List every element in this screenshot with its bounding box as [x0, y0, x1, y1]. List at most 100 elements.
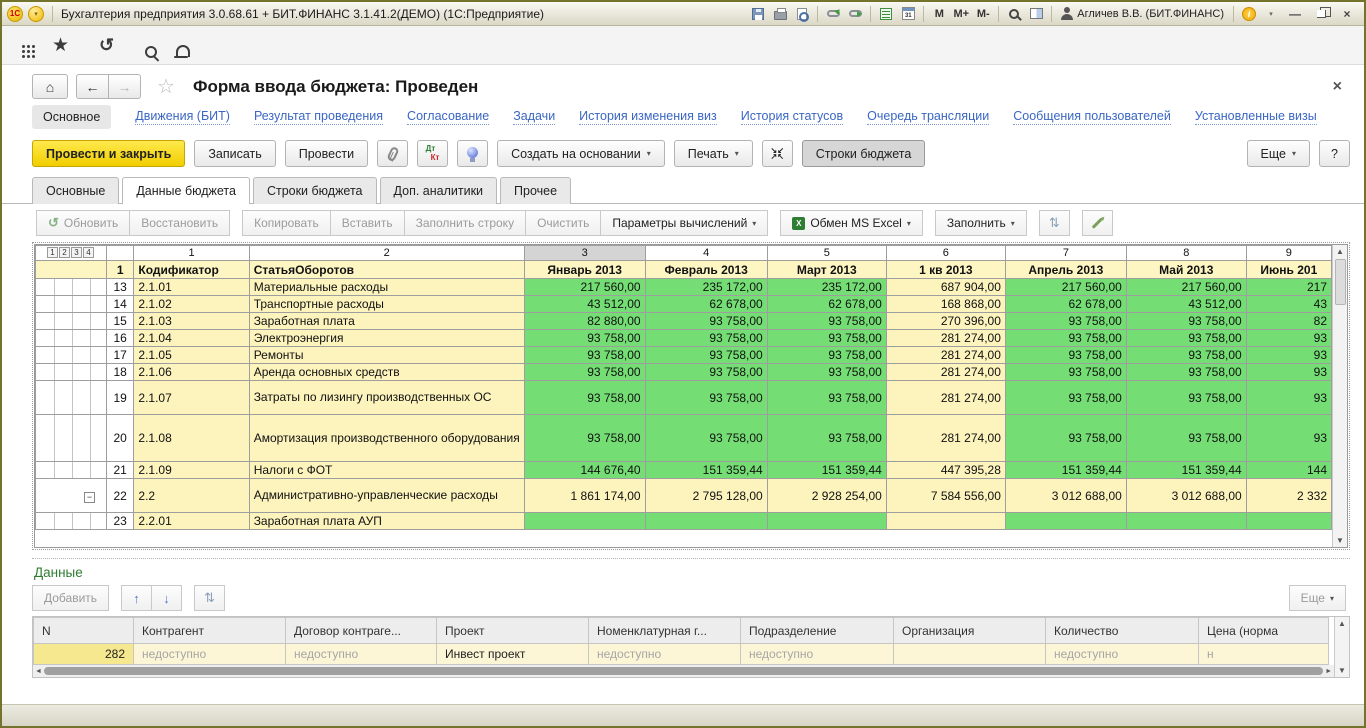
row-header[interactable]: 14 — [106, 296, 133, 313]
memory-minus-button[interactable]: M- — [973, 5, 993, 23]
hint-button[interactable] — [457, 140, 488, 167]
more-button[interactable]: Еще▾ — [1247, 140, 1310, 167]
cell-value[interactable]: 93 758,00 — [1126, 347, 1246, 364]
minimize-button[interactable]: — — [1283, 5, 1307, 22]
table-row[interactable]: 17 2.1.05 Ремонты 93 758,00 93 758,00 93… — [36, 347, 1332, 364]
cell-value[interactable]: 93 758,00 — [767, 330, 886, 347]
calc-params-button[interactable]: Параметры вычислений▾ — [600, 210, 768, 236]
move-rows-button[interactable]: ⇅ — [1039, 210, 1070, 236]
cell-price[interactable]: н — [1199, 644, 1329, 665]
nav-visa-history[interactable]: История изменения виз — [579, 109, 717, 125]
cell-value[interactable] — [1005, 513, 1126, 530]
calculator-button[interactable] — [876, 5, 896, 23]
cell-nomenclature-group[interactable]: недоступно — [589, 644, 741, 665]
cell-value[interactable]: 93 — [1246, 347, 1331, 364]
cell-value[interactable]: 7 584 556,00 — [886, 479, 1005, 513]
scroll-left-icon[interactable]: ◄ — [35, 668, 42, 675]
cell-value[interactable]: 217 560,00 — [1126, 279, 1246, 296]
print-preview-button[interactable] — [792, 5, 812, 23]
cell-value[interactable] — [645, 513, 767, 530]
cell-value[interactable]: 168 868,00 — [886, 296, 1005, 313]
cell-value[interactable]: 93 758,00 — [645, 415, 767, 462]
row-header[interactable]: 23 — [106, 513, 133, 530]
nav-user-messages[interactable]: Сообщения пользователей — [1013, 109, 1171, 125]
cell-name[interactable]: Налоги с ФОТ — [249, 462, 524, 479]
info-menu-button[interactable]: ▾ — [1261, 5, 1281, 23]
column-header[interactable]: 5 — [767, 246, 886, 261]
favorite-star-icon[interactable]: ☆ — [157, 77, 175, 97]
col-nomenclature-group[interactable]: Номенклатурная г... — [589, 618, 741, 644]
header-cell[interactable]: Март 2013 — [767, 261, 886, 279]
cell-name[interactable]: Административно-управленческие расходы — [249, 479, 524, 513]
cell-value[interactable]: 62 678,00 — [767, 296, 886, 313]
column-header[interactable]: 8 — [1126, 246, 1246, 261]
cell-value[interactable] — [767, 513, 886, 530]
vertical-scrollbar[interactable]: ▲ ▼ — [1332, 245, 1347, 547]
column-header[interactable]: 1 — [134, 246, 249, 261]
cell-value[interactable]: 151 359,44 — [767, 462, 886, 479]
cell-contract[interactable]: недоступно — [286, 644, 437, 665]
cell-value[interactable]: 93 758,00 — [1126, 415, 1246, 462]
spreadsheet-grid[interactable]: 1234 1 2 3 4 5 6 7 8 9 — [35, 245, 1332, 547]
favorites-button[interactable]: ★ — [52, 36, 69, 55]
tab-main[interactable]: Основные — [32, 177, 119, 204]
cell-value[interactable]: 82 — [1246, 313, 1331, 330]
table-row[interactable]: 16 2.1.04 Электроэнергия 93 758,00 93 75… — [36, 330, 1332, 347]
memory-plus-button[interactable]: M+ — [951, 5, 971, 23]
group-level-buttons[interactable]: 1234 — [36, 246, 107, 261]
cell-value[interactable]: 1 861 174,00 — [524, 479, 645, 513]
row-header[interactable]: 21 — [106, 462, 133, 479]
cell-value[interactable]: 281 274,00 — [886, 415, 1005, 462]
cell-value[interactable]: 93 758,00 — [524, 415, 645, 462]
table-row[interactable]: 14 2.1.02 Транспортные расходы 43 512,00… — [36, 296, 1332, 313]
scrollbar-thumb[interactable] — [1335, 259, 1346, 305]
save-button[interactable] — [748, 5, 768, 23]
cell-code[interactable]: 2.1.03 — [134, 313, 249, 330]
cell-value[interactable]: 93 758,00 — [767, 347, 886, 364]
cell-value[interactable]: 93 — [1246, 364, 1331, 381]
cell-value[interactable]: 281 274,00 — [886, 364, 1005, 381]
calendar-button[interactable]: 31 — [898, 5, 918, 23]
cell-value[interactable]: 93 758,00 — [1126, 381, 1246, 415]
col-project[interactable]: Проект — [437, 618, 589, 644]
nav-approval[interactable]: Согласование — [407, 109, 489, 125]
cell-value[interactable]: 43 512,00 — [524, 296, 645, 313]
cell-value[interactable]: 93 758,00 — [524, 347, 645, 364]
back-button[interactable]: ← — [76, 74, 109, 99]
cell-value[interactable]: 93 758,00 — [645, 381, 767, 415]
header-cell[interactable]: Май 2013 — [1126, 261, 1246, 279]
cell-code[interactable]: 2.2.01 — [134, 513, 249, 530]
move-up-button[interactable]: ↑ — [121, 585, 152, 611]
cell-value[interactable]: 93 758,00 — [1005, 313, 1126, 330]
row-header[interactable]: 18 — [106, 364, 133, 381]
cell-value[interactable]: 93 758,00 — [767, 364, 886, 381]
cell-value[interactable] — [886, 513, 1005, 530]
cell-n[interactable]: 282 — [34, 644, 134, 665]
go-link-button[interactable] — [845, 5, 865, 23]
nav-movements[interactable]: Движения (БИТ) — [135, 109, 230, 125]
zoom-button[interactable] — [1004, 5, 1024, 23]
column-header[interactable]: 9 — [1246, 246, 1331, 261]
cell-value[interactable]: 3 012 688,00 — [1126, 479, 1246, 513]
split-view-button[interactable] — [1026, 5, 1046, 23]
table-row[interactable]: 18 2.1.06 Аренда основных средств 93 758… — [36, 364, 1332, 381]
cell-value[interactable]: 217 — [1246, 279, 1331, 296]
close-form-button[interactable]: × — [1325, 78, 1350, 96]
excel-exchange-button[interactable]: XОбмен MS Excel▾ — [780, 210, 923, 236]
cell-value[interactable]: 93 758,00 — [767, 381, 886, 415]
collapse-group-button[interactable]: − — [84, 492, 95, 503]
cell-name[interactable]: Амортизация производственного оборудован… — [249, 415, 524, 462]
history-button[interactable]: ↺ — [99, 36, 114, 54]
post-and-close-button[interactable]: Провести и закрыть — [32, 140, 185, 167]
scroll-up-icon[interactable]: ▲ — [1336, 247, 1344, 256]
cell-value[interactable]: 93 — [1246, 330, 1331, 347]
table-row[interactable]: 15 2.1.03 Заработная плата 82 880,00 93 … — [36, 313, 1332, 330]
cell-code[interactable]: 2.1.06 — [134, 364, 249, 381]
dt-kt-button[interactable]: ДтКт — [417, 140, 448, 167]
print-menu-button[interactable]: Печать▾ — [674, 140, 753, 167]
cell-quantity[interactable]: недоступно — [1046, 644, 1199, 665]
cell-value[interactable]: 93 758,00 — [645, 347, 767, 364]
nav-status-history[interactable]: История статусов — [741, 109, 843, 125]
header-cell[interactable]: Февраль 2013 — [645, 261, 767, 279]
close-window-button[interactable]: × — [1335, 5, 1359, 22]
